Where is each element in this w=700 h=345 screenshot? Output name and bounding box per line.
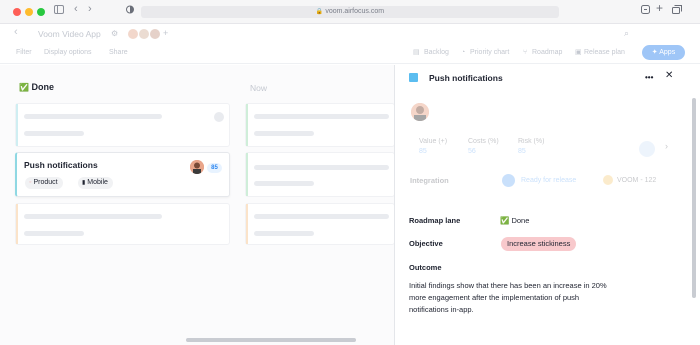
tab-backlog[interactable]: Backlog: [424, 48, 449, 58]
column-header-done: ✅ Done: [19, 82, 54, 92]
extension-icon[interactable]: [641, 5, 650, 17]
roadmap-lane-label: Roadmap lane: [409, 216, 461, 225]
integration-status-icon: [502, 174, 515, 187]
placeholder-card: [15, 203, 230, 245]
new-tab-icon[interactable]: +: [656, 2, 663, 14]
outcome-text-line: Initial findings show that there has bee…: [409, 281, 607, 290]
board-horizontal-scrollbar[interactable]: [186, 338, 356, 342]
lock-icon: 🔒: [315, 9, 324, 15]
address-bar[interactable]: 🔒 voom.airfocus.com: [141, 6, 559, 18]
tab-release-plan[interactable]: Release plan: [584, 48, 625, 58]
score-circle-icon: [639, 141, 655, 157]
tag-product: ◦ Product: [25, 177, 63, 189]
member-avatar[interactable]: [139, 29, 149, 39]
workspace-settings-icon[interactable]: ⚙: [111, 29, 118, 39]
address-bar-url: voom.airfocus.com: [325, 8, 385, 15]
panel-scrollbar[interactable]: [692, 98, 696, 298]
roadmap-icon: ⑂: [523, 49, 528, 56]
apps-button[interactable]: ✦ Apps: [642, 45, 685, 60]
apps-icon: ✦: [651, 49, 658, 56]
more-options-icon[interactable]: •••: [645, 73, 653, 83]
placeholder-card: [245, 203, 395, 245]
objective-pill[interactable]: Increase stickiness: [501, 237, 577, 251]
filter-button[interactable]: Filter: [16, 48, 32, 58]
tag-mobile: ▮ Mobile: [78, 177, 113, 189]
tag-label: Product: [33, 179, 58, 186]
product-tag-icon: ◦: [29, 179, 32, 186]
jira-icon: [603, 175, 613, 185]
integration-label: Integration: [410, 176, 449, 185]
assignee-avatar[interactable]: [411, 103, 429, 121]
detail-panel: Push notifications ••• ✕ Value (+) 85 Co…: [394, 65, 700, 345]
search-icon[interactable]: ⌕: [624, 28, 629, 38]
roadmap-lane-value[interactable]: ✅ Done: [500, 216, 529, 226]
outcome-text-line: notifications in-app.: [409, 305, 474, 314]
add-member-icon[interactable]: +: [163, 28, 168, 38]
roadmap-lane-text: Done: [511, 216, 530, 225]
tab-overview-icon[interactable]: [672, 5, 682, 17]
close-icon[interactable]: ✕: [665, 71, 673, 81]
done-check-icon: ✅: [500, 216, 510, 225]
card-assignee-avatar[interactable]: [190, 160, 204, 174]
item-color-square-icon: [409, 73, 418, 82]
done-check-icon: ✅: [19, 83, 29, 92]
tag-label: Mobile: [87, 179, 108, 186]
maximize-window-button[interactable]: [37, 8, 45, 16]
column-header-now: Now: [250, 83, 268, 93]
close-window-button[interactable]: [13, 8, 21, 16]
back-icon[interactable]: ‹: [14, 27, 18, 38]
release-plan-icon: ▣: [575, 49, 582, 56]
objective-label: Objective: [409, 239, 443, 248]
backlog-icon: ▤: [413, 49, 420, 56]
roadmap-card[interactable]: Push notifications ◦ Product ▮ Mobile: [15, 152, 230, 197]
column-title: Done: [31, 82, 54, 92]
card-title: Push notifications: [24, 160, 98, 170]
display-options-button[interactable]: Display options: [44, 48, 91, 58]
shield-icon[interactable]: [126, 5, 134, 17]
browser-back-icon[interactable]: ‹: [74, 3, 78, 15]
tab-priority-chart[interactable]: Priority chart: [470, 48, 509, 58]
placeholder-card: [15, 103, 230, 147]
metric-label: Costs (%): [468, 138, 499, 145]
metric-value: 56: [468, 148, 476, 155]
outcome-label: Outcome: [409, 263, 442, 272]
browser-titlebar: ‹ › 🔒 voom.airfocus.com +: [0, 0, 700, 24]
workspace-title[interactable]: Voom Video App: [38, 29, 101, 39]
member-avatar[interactable]: [128, 29, 138, 39]
browser-forward-icon[interactable]: ›: [88, 3, 92, 15]
metric-value: 85: [518, 148, 526, 155]
mobile-tag-icon: ▮: [82, 180, 86, 186]
chevron-right-icon[interactable]: ›: [665, 141, 668, 151]
priority-chart-icon: ◔: [461, 49, 466, 56]
sidebar-toggle-icon[interactable]: [54, 5, 64, 17]
app-header: ‹ Voom Video App ⚙ + ⌕: [0, 24, 700, 44]
metric-label: Risk (%): [518, 138, 545, 145]
integration-status[interactable]: Ready for release: [521, 176, 576, 186]
minimize-window-button[interactable]: [25, 8, 33, 16]
placeholder-card: [245, 103, 395, 147]
outcome-text-line: more engagement after the implementation…: [409, 293, 580, 302]
card-score-badge: 85: [207, 163, 222, 173]
member-avatar[interactable]: [150, 29, 160, 39]
placeholder-card: [245, 152, 395, 197]
integration-ticket[interactable]: VOOM - 122: [617, 176, 656, 186]
share-button[interactable]: Share: [109, 48, 128, 58]
browser-window: ‹ › 🔒 voom.airfocus.com + ‹ Voom Video A…: [0, 0, 700, 345]
metric-value: 85: [419, 148, 427, 155]
apps-button-label: Apps: [659, 49, 676, 56]
metric-label: Value (+): [419, 138, 448, 145]
roadmap-board: ✅ Done Now: [0, 65, 395, 345]
view-toolbar: Filter Display options Share ▤ Backlog ◔…: [0, 44, 700, 64]
panel-title: Push notifications: [429, 73, 503, 83]
tab-roadmap[interactable]: Roadmap: [532, 48, 562, 58]
